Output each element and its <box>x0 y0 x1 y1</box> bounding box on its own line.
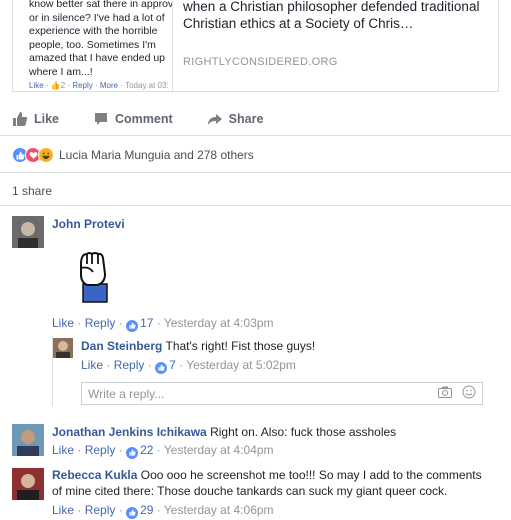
post-card: know better sat there in approva or in s… <box>0 0 511 520</box>
avatar[interactable] <box>12 216 44 248</box>
reply-link[interactable]: Reply <box>85 316 116 330</box>
timestamp[interactable]: Yesterday at 4:04pm <box>164 443 274 457</box>
like-count-icon <box>126 319 139 332</box>
separator: · <box>118 503 123 517</box>
separator: · <box>118 316 123 330</box>
reply-box <box>81 382 483 405</box>
like-count-icon <box>155 361 168 374</box>
thumbnail-actions: Like · 👍2 · Reply · More · Today at 03: <box>29 81 169 90</box>
like-count-icon <box>126 506 139 519</box>
separator: · <box>156 443 161 457</box>
comment-john-protevi: John Protevi <box>52 217 125 231</box>
divider <box>0 172 511 173</box>
avatar[interactable] <box>53 338 73 358</box>
separator: · <box>156 316 161 330</box>
separator: · <box>77 443 82 457</box>
reply-link[interactable]: Reply <box>114 358 145 372</box>
comment-jonathan-jenkins-ichikawa: Jonathan Jenkins Ichikawa Right on. Also… <box>52 424 396 440</box>
camera-icon[interactable] <box>438 386 452 401</box>
preview-domain: RIGHTLYCONSIDERED.ORG <box>183 56 338 68</box>
comment-button[interactable]: Comment <box>93 111 173 127</box>
thumbs-up-icon <box>13 112 28 126</box>
thumb-like: Like <box>29 81 44 90</box>
reactions-text[interactable]: Lucia Maria Munguia and 278 others <box>59 148 254 162</box>
separator: · <box>77 316 82 330</box>
like-link[interactable]: Like <box>52 503 74 517</box>
comment-author[interactable]: John Protevi <box>52 217 125 231</box>
divider <box>0 205 511 206</box>
divider <box>0 135 511 136</box>
comment-meta: Like · Reply · 17 · Yesterday at 4:03pm <box>52 316 274 332</box>
avatar[interactable] <box>12 424 44 456</box>
comment-icon <box>95 113 108 125</box>
separator: · <box>118 443 123 457</box>
reply-link[interactable]: Reply <box>85 443 116 457</box>
comment-text: Right on. Also: fuck those assholes <box>210 425 397 439</box>
share-label: Share <box>228 112 264 126</box>
comment-meta: Like · Reply · 22 · Yesterday at 4:04pm <box>52 443 274 459</box>
preview-body: when a Christian philosopher defended tr… <box>183 0 493 68</box>
like-count[interactable]: 17 <box>140 316 153 330</box>
comment-author[interactable]: Dan Steinberg <box>81 339 162 353</box>
preview-title[interactable]: when a Christian philosopher defended tr… <box>183 0 493 32</box>
emoji-icon[interactable] <box>462 385 476 402</box>
thumb-like-icon: 👍 <box>50 81 61 90</box>
avatar[interactable] <box>12 468 44 500</box>
comment-label: Comment <box>115 112 173 126</box>
like-count[interactable]: 22 <box>140 443 153 457</box>
comment-meta: Like · Reply · 29 · Yesterday at 4:06pm <box>52 503 274 519</box>
preview-thumbnail: know better sat there in approva or in s… <box>13 0 173 91</box>
comment-meta: Like · Reply · 7 · Yesterday at 5:02pm <box>81 358 296 374</box>
separator: · <box>106 358 111 372</box>
reply-dan-steinberg: Dan Steinberg That's right! Fist those g… <box>81 338 315 354</box>
separator: · <box>77 503 82 517</box>
timestamp[interactable]: Yesterday at 4:03pm <box>164 316 274 330</box>
comment-author[interactable]: Rebecca Kukla <box>52 468 137 482</box>
like-link[interactable]: Like <box>81 358 103 372</box>
post-action-bar: Like Comment Share <box>12 103 499 135</box>
comment-author[interactable]: Jonathan Jenkins Ichikawa <box>52 425 207 439</box>
reply-link[interactable]: Reply <box>85 503 116 517</box>
like-button[interactable]: Like <box>12 111 59 127</box>
like-count[interactable]: 7 <box>169 358 176 372</box>
share-button[interactable]: Share <box>207 111 264 127</box>
comment-text: That's right! Fist those guys! <box>165 339 316 353</box>
thumb-time: Today at 03: <box>125 81 169 90</box>
like-link[interactable]: Like <box>52 316 74 330</box>
thumbnail-text: know better sat there in approva or in s… <box>29 0 173 78</box>
comment-rebecca-kukla: Rebecca Kukla Ooo ooo he screenshot me t… <box>52 467 492 499</box>
raised-fist-image <box>75 250 111 307</box>
separator: · <box>147 358 152 372</box>
share-arrow-icon <box>207 114 222 125</box>
separator: · <box>156 503 161 517</box>
like-count[interactable]: 29 <box>140 503 153 517</box>
timestamp[interactable]: Yesterday at 5:02pm <box>186 358 296 372</box>
thumb-like-count: 2 <box>60 81 66 90</box>
thumb-reply: Reply <box>72 81 93 90</box>
link-preview[interactable]: know better sat there in approva or in s… <box>12 0 499 92</box>
timestamp[interactable]: Yesterday at 4:06pm <box>164 503 274 517</box>
like-label: Like <box>34 112 60 126</box>
haha-reaction-icon <box>38 147 54 163</box>
thumb-more: More <box>99 81 119 90</box>
share-count[interactable]: 1 share <box>12 184 52 198</box>
reply-input[interactable] <box>88 386 438 401</box>
separator: · <box>179 358 184 372</box>
reactions-summary[interactable]: Lucia Maria Munguia and 278 others <box>12 145 254 165</box>
like-count-icon <box>126 446 139 459</box>
like-link[interactable]: Like <box>52 443 74 457</box>
